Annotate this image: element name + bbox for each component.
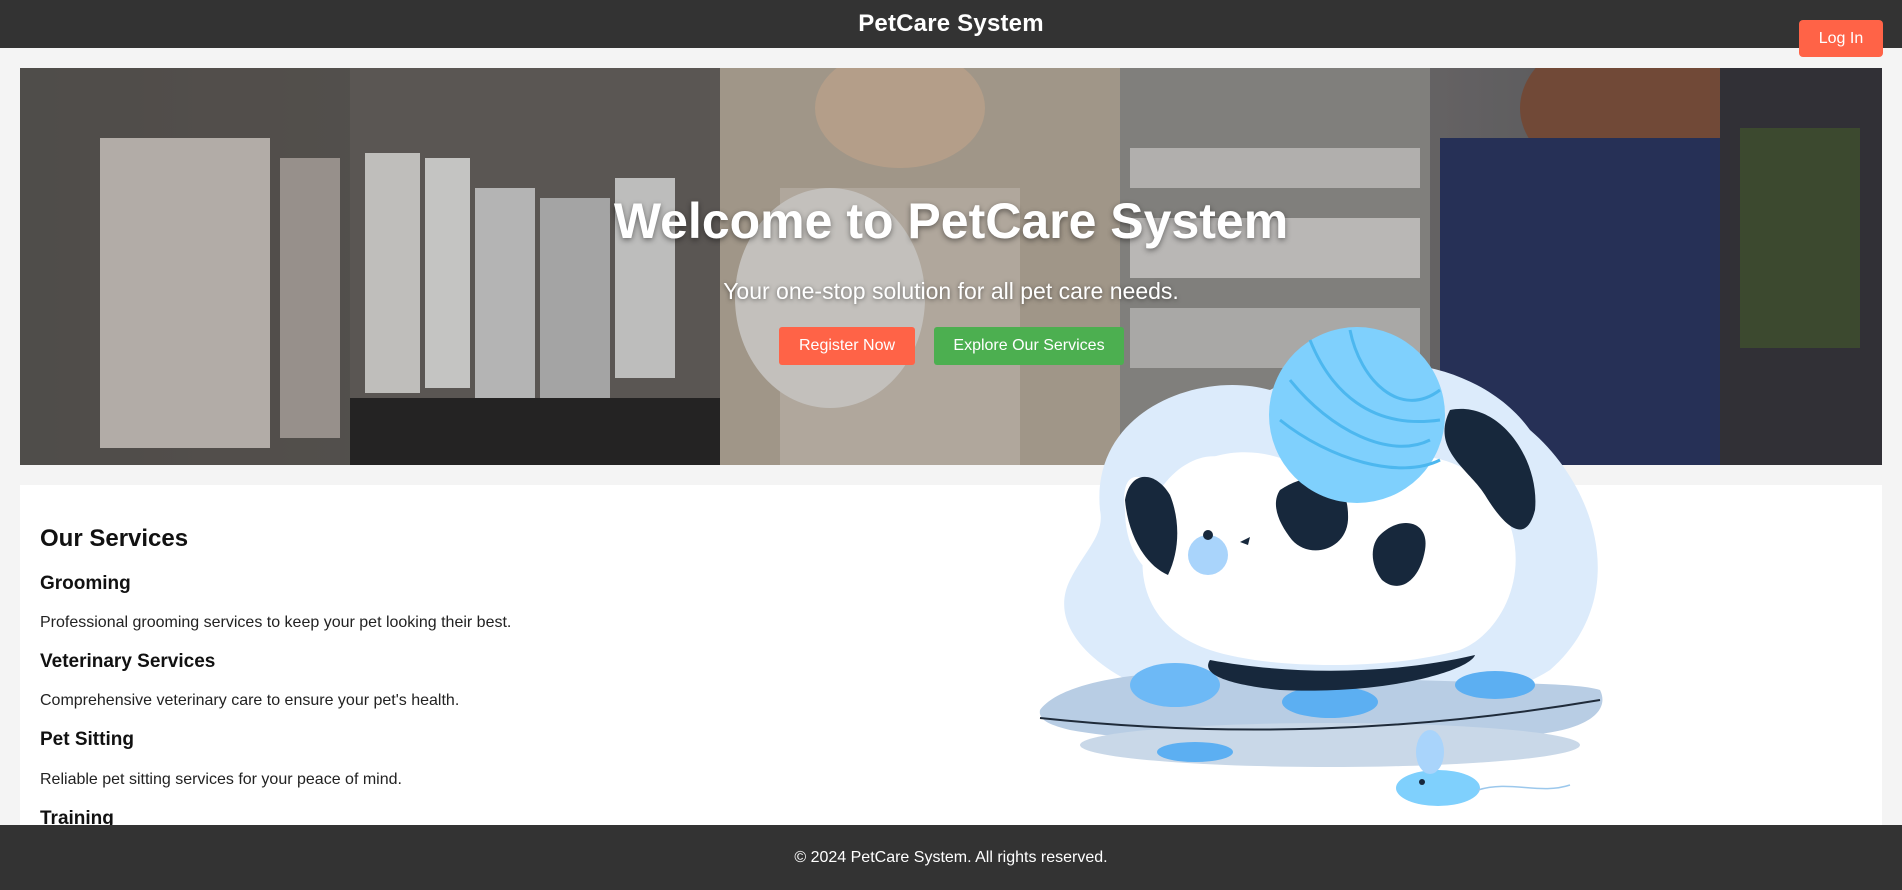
service-desc-veterinary: Comprehensive veterinary care to ensure … xyxy=(40,692,460,709)
footer-copyright: © 2024 PetCare System. All rights reserv… xyxy=(794,848,1108,866)
hero-title: Welcome to PetCare System xyxy=(613,193,1289,249)
service-desc-pet-sitting: Reliable pet sitting services for your p… xyxy=(40,771,402,788)
top-header: PetCare System xyxy=(0,0,1902,48)
service-title-training: Training xyxy=(40,808,114,825)
services-heading: Our Services xyxy=(40,525,189,552)
page-footer: © 2024 PetCare System. All rights reserv… xyxy=(0,825,1902,890)
service-title-pet-sitting: Pet Sitting xyxy=(40,729,134,750)
login-button[interactable]: Log In xyxy=(1799,20,1883,57)
site-title: PetCare System xyxy=(858,10,1044,37)
service-desc-grooming: Professional grooming services to keep y… xyxy=(40,614,512,631)
cat-with-yarn-illustration xyxy=(1039,327,1603,806)
register-now-button[interactable]: Register Now xyxy=(779,327,915,365)
hero-subtitle: Your one-stop solution for all pet care … xyxy=(723,278,1179,304)
service-title-grooming: Grooming xyxy=(40,573,131,594)
service-title-veterinary: Veterinary Services xyxy=(40,651,216,672)
